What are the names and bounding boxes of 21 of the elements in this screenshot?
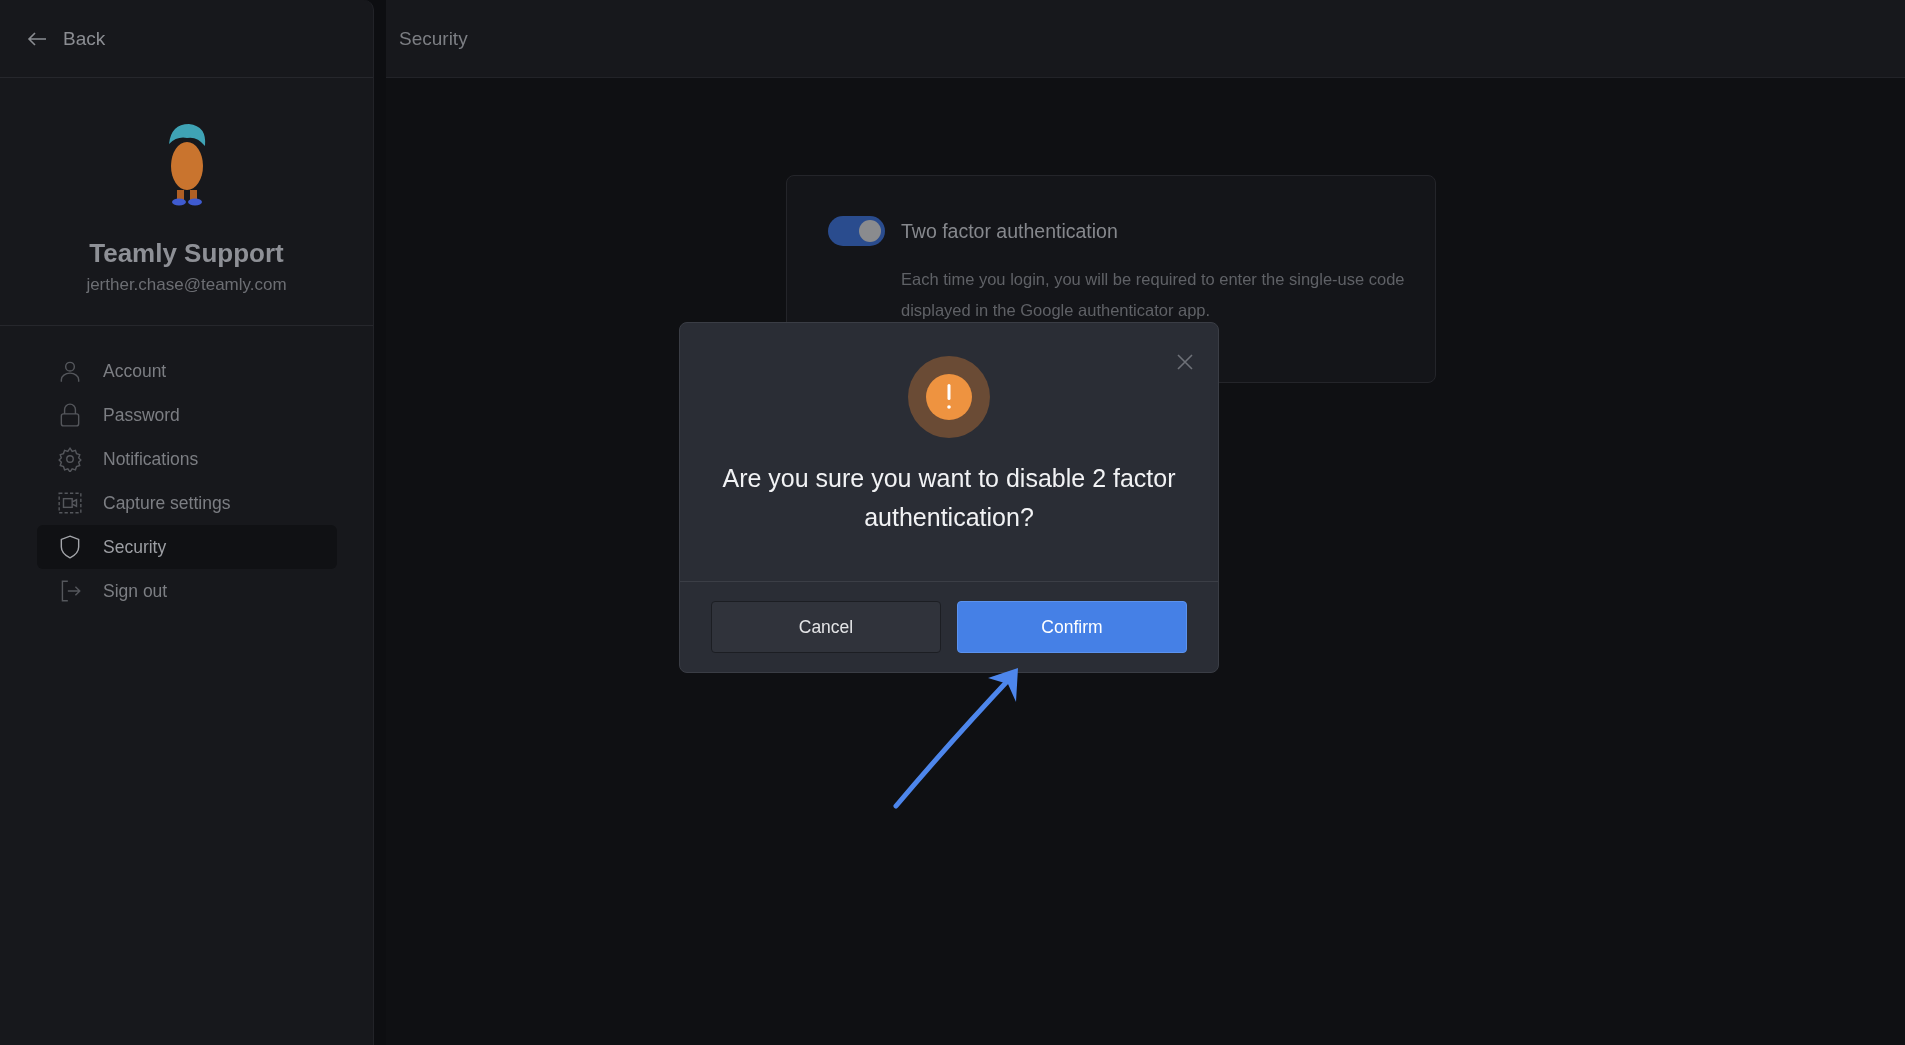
menu-item[interactable]: Account: [37, 349, 337, 393]
menu-item[interactable]: Security: [37, 525, 337, 569]
dialog-message: Are you sure you want to disable 2 factor authentication?: [721, 463, 1177, 533]
toggle-switch[interactable]: [828, 216, 885, 246]
menu-item[interactable]: Notifications: [37, 437, 337, 481]
profile-name: Teamly Support: [89, 238, 284, 269]
menu-item[interactable]: Capture settings: [37, 481, 337, 525]
back-link[interactable]: Back: [27, 27, 106, 50]
warning-icon: [907, 355, 991, 439]
profile-email: jerther.chase@teamly.com: [86, 275, 287, 295]
confirm-button[interactable]: Confirm: [957, 601, 1187, 653]
menu-item[interactable]: Password: [37, 393, 337, 437]
back-arrow-icon: [27, 30, 47, 47]
menu-item[interactable]: Sign out: [37, 569, 337, 613]
gear-icon: [57, 446, 83, 472]
page-title: Security: [399, 27, 468, 50]
setting-description: Each time you login, you will be required to enter the single-use code displayed in the Google authenticator app.: [901, 269, 1406, 321]
setting-title: Two factor authentication: [901, 219, 1118, 243]
close-icon[interactable]: [1176, 353, 1194, 371]
cancel-button[interactable]: Cancel: [711, 601, 941, 653]
video-camera-icon: [57, 490, 83, 516]
